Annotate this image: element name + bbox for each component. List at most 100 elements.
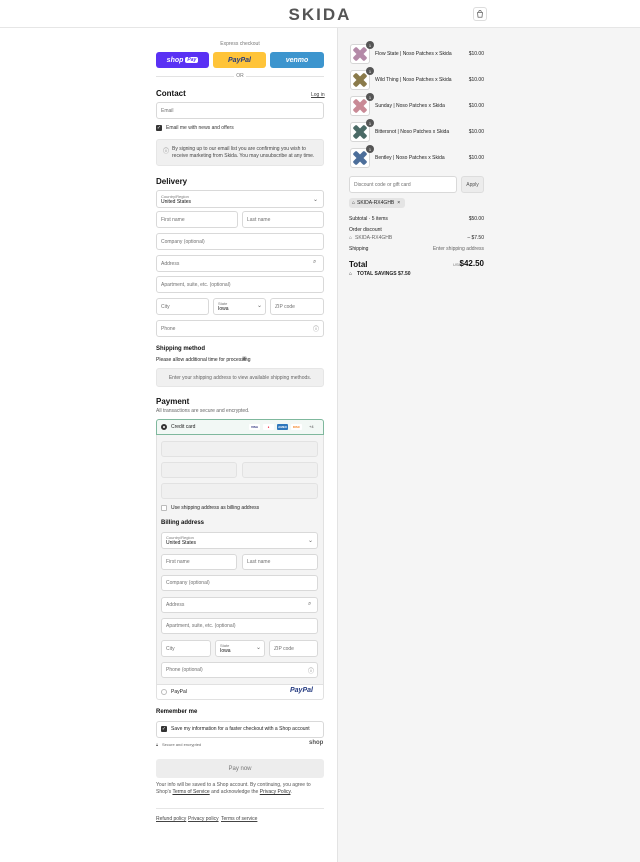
first-name-placeholder: First name — [161, 216, 185, 223]
tag-icon: ⌂ — [352, 200, 356, 206]
pay-now-button[interactable]: Pay now — [156, 759, 324, 778]
news-checkbox[interactable]: ✓ — [156, 125, 162, 131]
lock-icon: 🔒︎ — [156, 742, 159, 747]
billing-address-field[interactable]: Address — [161, 597, 318, 613]
discount-field[interactable]: Discount code or gift card — [349, 176, 457, 193]
expiration-field[interactable] — [161, 462, 237, 478]
order-summary — [337, 28, 640, 862]
company-field[interactable]: Company (optional) — [156, 233, 324, 250]
terms-of-service-footer-link[interactable]: Terms of service — [221, 816, 257, 822]
zip-placeholder: ZIP code — [275, 303, 295, 310]
billing-zip-placeholder: ZIP code — [274, 645, 294, 652]
product-name: Flow State | Noso Patches x Skida — [375, 51, 452, 57]
first-name-field[interactable]: First name — [156, 211, 238, 228]
country-value: United States — [161, 198, 192, 205]
info-icon: ⓘ — [163, 149, 170, 155]
quantity-badge: 1 — [366, 93, 374, 101]
privacy-policy-footer-link[interactable]: Privacy policy — [188, 816, 219, 822]
news-label: Email me with news and offers — [166, 125, 234, 131]
product-thumbnail: 1 — [350, 41, 374, 64]
shipping-value: Enter shipping address — [432, 246, 484, 252]
card-number-field[interactable] — [161, 441, 318, 457]
tag-icon: ⌂ — [349, 235, 353, 241]
product-thumbnail: 1 — [350, 93, 374, 116]
shop-pay-label: shop — [166, 56, 184, 64]
remember-me-heading: Remember me — [156, 709, 198, 715]
billing-city-field[interactable]: City — [161, 640, 211, 657]
chevron-down-icon: ⌄ — [256, 645, 262, 651]
help-icon[interactable]: ⓘ — [308, 666, 314, 675]
header: SKIDA — [0, 0, 640, 28]
credit-card-radio[interactable] — [161, 424, 167, 430]
billing-zip-field[interactable]: ZIP code — [269, 640, 318, 657]
product-name: Wild Thing | Noso Patches x Skida — [375, 77, 452, 83]
search-icon: ⌕ — [308, 601, 312, 607]
marketing-notice-text: By signing up to our email list you are … — [172, 146, 315, 159]
refund-policy-link[interactable]: Refund policy — [156, 816, 186, 822]
product-price: $10.00 — [468, 155, 484, 161]
shop-pay-badge: Pay — [185, 57, 199, 63]
help-icon[interactable]: ⓘ — [313, 324, 319, 333]
shipping-info-text: Enter your shipping address to view avai… — [168, 375, 312, 381]
email-placeholder: Email — [161, 107, 174, 114]
divider — [246, 76, 324, 77]
discover-icon: DISC — [291, 424, 302, 430]
remember-me-checkbox[interactable]: ✓ — [161, 726, 167, 732]
last-name-placeholder: Last name — [247, 216, 271, 223]
product-thumbnail: 1 — [350, 119, 374, 142]
address-field[interactable]: Address — [156, 255, 324, 272]
billing-heading: Billing address — [161, 520, 205, 526]
name-on-card-field[interactable] — [161, 483, 318, 499]
search-icon: ⌕ — [313, 259, 317, 265]
express-checkout-label: Express checkout — [220, 41, 260, 47]
billing-first-name-field[interactable]: First name — [161, 554, 237, 570]
zip-field[interactable]: ZIP code — [270, 298, 324, 315]
last-name-field[interactable]: Last name — [242, 211, 324, 228]
discount-tag: ⌂ SKIDA-RX4GHB × — [349, 198, 405, 208]
security-code-field[interactable] — [242, 462, 318, 478]
phone-field[interactable]: Phone — [156, 320, 324, 337]
product-thumbnail: 1 — [350, 67, 374, 90]
shopping-bag-icon[interactable] — [473, 7, 487, 21]
billing-country-select[interactable]: Country/Region United States — [161, 532, 318, 549]
apartment-placeholder: Apartment, suite, etc. (optional) — [161, 281, 231, 288]
paypal-express-button[interactable]: PayPal — [213, 52, 266, 68]
billing-phone-field[interactable]: Phone (optional) — [161, 662, 318, 678]
city-field[interactable]: City — [156, 298, 209, 315]
delivery-heading: Delivery — [156, 177, 188, 186]
secure-text: Secure and encrypted — [162, 742, 202, 747]
total-label: Total — [349, 260, 368, 269]
divider — [156, 76, 234, 77]
apply-button[interactable]: Apply — [461, 176, 484, 193]
more-cards-badge: +4 — [309, 424, 314, 429]
login-link[interactable]: Log in — [311, 92, 325, 98]
billing-company-field[interactable]: Company (optional) — [161, 575, 318, 591]
shop-pay-button[interactable]: shop Pay — [156, 52, 209, 68]
chevron-down-icon: ⌄ — [313, 197, 319, 203]
total-savings-value: $7.50 — [398, 271, 411, 277]
subtotal-label: Subtotal · 5 items — [349, 216, 388, 222]
billing-last-name-field[interactable]: Last name — [242, 554, 318, 570]
product-name: Bentley | Noso Patches x Skida — [375, 155, 445, 161]
apartment-field[interactable]: Apartment, suite, etc. (optional) — [156, 276, 324, 293]
privacy-policy-link[interactable]: Privacy Policy — [260, 789, 291, 795]
payment-heading: Payment — [156, 397, 190, 406]
venmo-button[interactable]: venmo — [270, 52, 324, 68]
paypal-radio[interactable] — [161, 689, 167, 695]
country-select[interactable]: Country/Region United States — [156, 190, 324, 208]
email-field[interactable]: Email — [156, 102, 324, 119]
remember-me-label: Save my information for a faster checkou… — [171, 726, 310, 732]
shipping-label: Shipping — [349, 246, 369, 252]
product-price: $10.00 — [468, 77, 484, 83]
terms-of-service-link[interactable]: Terms of Service — [172, 789, 209, 795]
state-value: Iowa — [218, 306, 229, 312]
product-thumbnail: 1 — [350, 145, 374, 168]
order-discount-amount: – $7.50 — [467, 235, 484, 241]
billing-apartment-field[interactable]: Apartment, suite, etc. (optional) — [161, 618, 318, 634]
skida-logo[interactable]: SKIDA — [0, 5, 640, 25]
use-shipping-checkbox[interactable] — [161, 505, 167, 511]
credit-card-label: Credit card — [171, 424, 196, 430]
total-value: $42.50 — [459, 259, 484, 268]
close-icon[interactable]: × — [397, 200, 400, 206]
order-discount-label: Order discount — [349, 227, 382, 233]
